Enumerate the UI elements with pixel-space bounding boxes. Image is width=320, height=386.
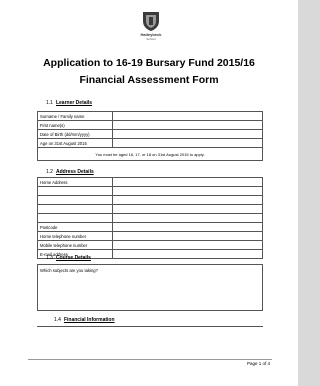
home-address-field-2[interactable] xyxy=(112,186,263,196)
home-address-blank-label xyxy=(37,195,113,205)
home-address-field-1[interactable] xyxy=(112,177,263,187)
footer-divider xyxy=(28,359,272,360)
subjects-question: Which subjects are you taking? xyxy=(40,268,98,273)
form-subtitle: Financial Assessment Form xyxy=(79,74,219,86)
section-number: 1.2 xyxy=(46,169,53,175)
home-telephone-field[interactable] xyxy=(112,231,263,241)
document-page: Haileybeck School Application to 16-19 B… xyxy=(0,0,298,386)
subjects-cell[interactable]: Which subjects are you taking? xyxy=(37,264,263,311)
surname-field[interactable] xyxy=(112,111,263,121)
dob-field[interactable] xyxy=(112,129,263,139)
mobile-telephone-label: Mobile telephone number xyxy=(37,240,113,250)
section-label: Financial Information xyxy=(63,317,115,323)
home-address-blank-label xyxy=(37,204,113,214)
dob-label: Date of Birth (dd/mm/yyyy) xyxy=(37,129,113,139)
home-address-field-5[interactable] xyxy=(112,213,263,223)
age-field[interactable] xyxy=(112,138,263,148)
section-label: Course Details xyxy=(55,255,91,261)
age-eligibility-note: You must be aged 16, 17, or 18 on 31st A… xyxy=(37,147,263,161)
address-details-table: Home Address Postcode Home telephone num… xyxy=(37,177,263,259)
section-label: Address Details xyxy=(55,169,94,175)
section-heading-financial: 1.4 Financial Information xyxy=(54,317,115,323)
learner-details-table: Surname / Family name First name(s) Date… xyxy=(37,111,263,161)
section-number: 1.3 xyxy=(46,255,53,261)
home-address-field-3[interactable] xyxy=(112,195,263,205)
home-address-label: Home Address xyxy=(37,177,113,187)
section-heading-learner: 1.1 Learner Details xyxy=(46,100,92,106)
postcode-field[interactable] xyxy=(112,222,263,232)
section-label: Learner Details xyxy=(55,100,93,106)
home-telephone-label: Home telephone number xyxy=(37,231,113,241)
section-heading-address: 1.2 Address Details xyxy=(46,169,94,175)
course-details-table: Which subjects are you taking? xyxy=(37,264,263,311)
school-subtitle: School xyxy=(146,37,156,41)
first-name-label: First name(s) xyxy=(37,120,113,130)
financial-table-border xyxy=(37,326,263,327)
section-number: 1.1 xyxy=(46,100,53,106)
postcode-label: Postcode xyxy=(37,222,113,232)
home-address-field-4[interactable] xyxy=(112,204,263,214)
form-title: Application to 16-19 Bursary Fund 2015/1… xyxy=(43,57,255,69)
first-name-field[interactable] xyxy=(112,120,263,130)
surname-label: Surname / Family name xyxy=(37,111,113,121)
section-heading-course: 1.3 Course Details xyxy=(46,255,91,261)
email-field[interactable] xyxy=(112,249,263,259)
mobile-telephone-field[interactable] xyxy=(112,240,263,250)
home-address-blank-label xyxy=(37,186,113,196)
home-address-blank-label xyxy=(37,213,113,223)
page-number: Page 1 of 4 xyxy=(246,361,270,366)
section-number: 1.4 xyxy=(54,317,61,323)
age-label: Age on 31st August 2015 xyxy=(37,138,113,148)
